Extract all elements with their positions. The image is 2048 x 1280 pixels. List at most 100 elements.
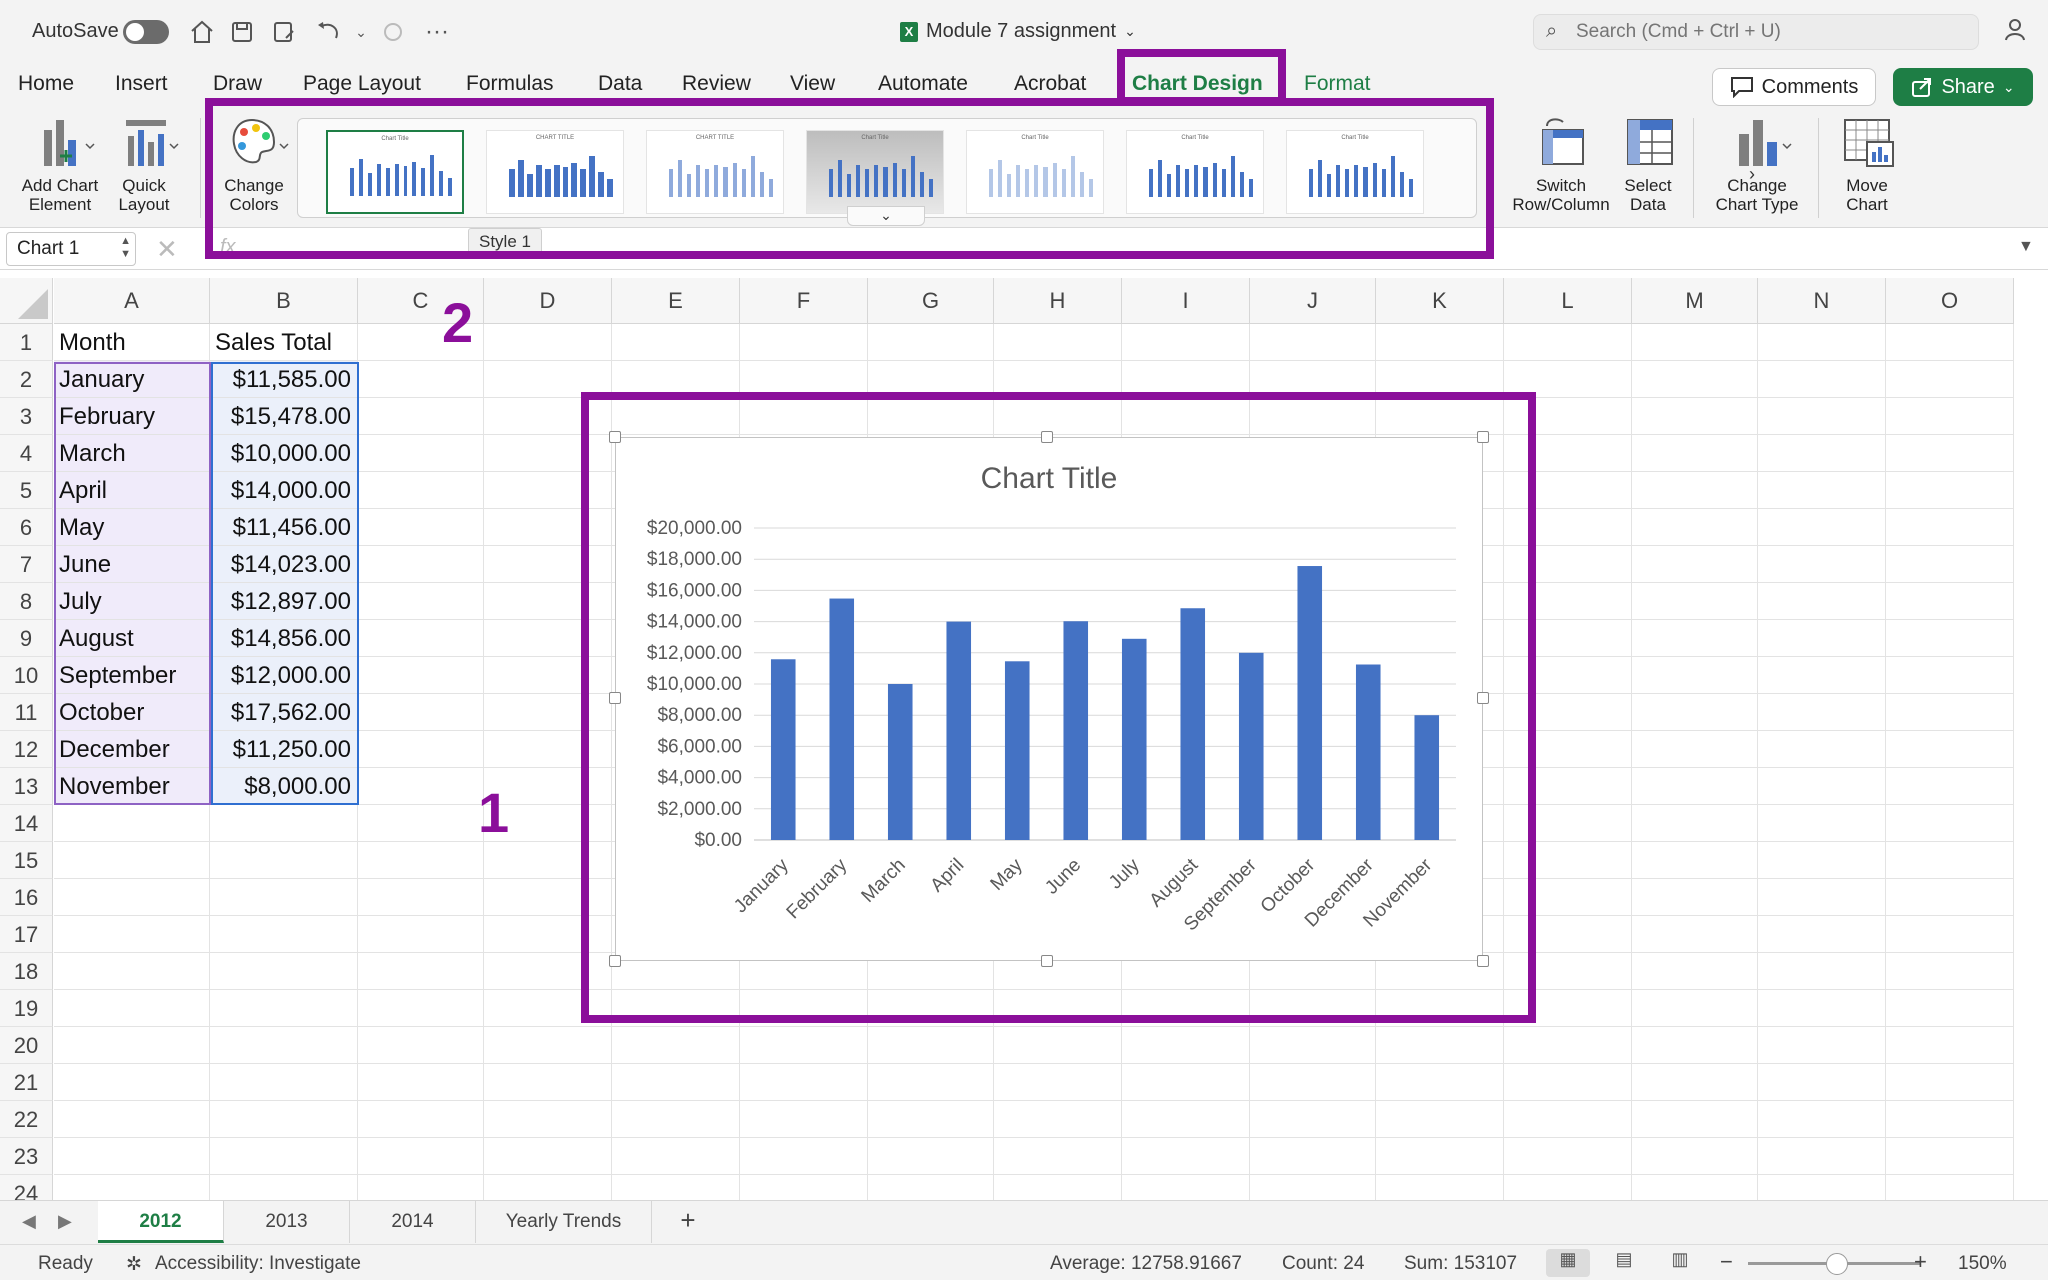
- tab-data[interactable]: Data: [598, 72, 642, 96]
- cell[interactable]: [1504, 435, 1632, 472]
- chart-style-3[interactable]: CHART TITLE: [646, 130, 784, 214]
- chart[interactable]: $0.00 $2,000.00 $4,000.00 $6,000.00 $8,000.0…: [615, 437, 1483, 961]
- cell[interactable]: [740, 1138, 868, 1175]
- cell[interactable]: [54, 1175, 210, 1200]
- cell[interactable]: [54, 990, 210, 1027]
- cell[interactable]: [1632, 1027, 1758, 1064]
- cell[interactable]: [1886, 435, 2014, 472]
- cell[interactable]: [1504, 768, 1632, 805]
- column-header[interactable]: L: [1504, 278, 1632, 324]
- cell[interactable]: [1250, 361, 1376, 398]
- chart-resize-handle[interactable]: [1041, 955, 1053, 967]
- cell[interactable]: [1632, 694, 1758, 731]
- column-header[interactable]: E: [612, 278, 740, 324]
- cell[interactable]: [1122, 398, 1250, 435]
- month-cell[interactable]: October: [54, 694, 210, 731]
- month-cell[interactable]: May: [54, 509, 210, 546]
- change-colors-button[interactable]: Change Colors: [212, 116, 296, 214]
- cell[interactable]: [358, 398, 484, 435]
- cell[interactable]: [1250, 990, 1376, 1027]
- row-header[interactable]: 2: [0, 361, 53, 398]
- cell[interactable]: [358, 1101, 484, 1138]
- zoom-level[interactable]: 150%: [1958, 1253, 2007, 1275]
- cell[interactable]: [1122, 324, 1250, 361]
- cell[interactable]: [1758, 953, 1886, 990]
- row-header[interactable]: 1: [0, 324, 53, 361]
- cell[interactable]: [994, 361, 1122, 398]
- cell[interactable]: [1376, 1138, 1504, 1175]
- sales-cell[interactable]: $15,478.00: [210, 398, 358, 435]
- cell[interactable]: [1886, 842, 2014, 879]
- sales-cell[interactable]: $17,562.00: [210, 694, 358, 731]
- cell[interactable]: [1886, 546, 2014, 583]
- accessibility-icon[interactable]: ✲: [126, 1253, 142, 1276]
- cell[interactable]: [358, 953, 484, 990]
- cell[interactable]: [1758, 546, 1886, 583]
- cell[interactable]: [484, 657, 612, 694]
- home-icon[interactable]: [186, 16, 218, 48]
- cell[interactable]: [1376, 990, 1504, 1027]
- header-cell-sales-total[interactable]: Sales Total: [210, 324, 358, 361]
- month-cell[interactable]: February: [54, 398, 210, 435]
- cell[interactable]: [1758, 435, 1886, 472]
- tab-acrobat[interactable]: Acrobat: [1014, 72, 1086, 96]
- comments-button[interactable]: Comments: [1712, 68, 1876, 106]
- cell[interactable]: [1632, 805, 1758, 842]
- cell[interactable]: [612, 398, 740, 435]
- cell[interactable]: [612, 990, 740, 1027]
- cell[interactable]: [1632, 842, 1758, 879]
- cell[interactable]: [994, 1138, 1122, 1175]
- row-header[interactable]: 24: [0, 1175, 53, 1200]
- cell[interactable]: [210, 1064, 358, 1101]
- cell[interactable]: [1886, 879, 2014, 916]
- month-cell[interactable]: November: [54, 768, 210, 805]
- more-icon[interactable]: ···: [421, 16, 453, 48]
- cell[interactable]: [1886, 657, 2014, 694]
- cell[interactable]: [1504, 1175, 1632, 1200]
- cell[interactable]: [612, 1101, 740, 1138]
- cell[interactable]: [484, 435, 612, 472]
- row-header[interactable]: 14: [0, 805, 53, 842]
- bar[interactable]: [1414, 715, 1440, 840]
- cell[interactable]: [1632, 916, 1758, 953]
- row-header[interactable]: 23: [0, 1138, 53, 1175]
- chart-resize-handle[interactable]: [1477, 431, 1489, 443]
- autosave-toggle[interactable]: [123, 20, 169, 44]
- search-input[interactable]: [1576, 19, 1966, 45]
- chart-resize-handle[interactable]: [609, 431, 621, 443]
- cell[interactable]: [740, 324, 868, 361]
- cell[interactable]: [1504, 842, 1632, 879]
- cell[interactable]: [1758, 1101, 1886, 1138]
- cell[interactable]: [358, 435, 484, 472]
- cell[interactable]: [1758, 509, 1886, 546]
- cell[interactable]: [612, 324, 740, 361]
- cell[interactable]: [1886, 953, 2014, 990]
- bar[interactable]: [887, 684, 913, 840]
- bar[interactable]: [1238, 652, 1264, 840]
- header-cell-month[interactable]: Month: [54, 324, 210, 361]
- cell[interactable]: [358, 361, 484, 398]
- row-header[interactable]: 8: [0, 583, 53, 620]
- cell[interactable]: [1504, 1027, 1632, 1064]
- cell[interactable]: [358, 731, 484, 768]
- cell[interactable]: [54, 916, 210, 953]
- sales-cell[interactable]: $12,000.00: [210, 657, 358, 694]
- cell[interactable]: [1886, 768, 2014, 805]
- cell[interactable]: [1758, 990, 1886, 1027]
- chevron-right-icon[interactable]: ▶: [58, 1211, 72, 1232]
- month-cell[interactable]: July: [54, 583, 210, 620]
- cell[interactable]: [1886, 731, 2014, 768]
- cell[interactable]: [1632, 953, 1758, 990]
- cell[interactable]: [868, 361, 994, 398]
- cell[interactable]: [484, 472, 612, 509]
- change-chart-type-button[interactable]: Change Chart Type: [1706, 116, 1808, 214]
- cell[interactable]: [740, 1064, 868, 1101]
- name-box[interactable]: Chart 1 ▲ ▼: [6, 232, 136, 266]
- cell[interactable]: [54, 1138, 210, 1175]
- cell[interactable]: [1504, 546, 1632, 583]
- column-header[interactable]: M: [1632, 278, 1758, 324]
- sales-cell[interactable]: $11,456.00: [210, 509, 358, 546]
- bar[interactable]: [1297, 566, 1323, 840]
- cell[interactable]: [484, 953, 612, 990]
- cell[interactable]: [1504, 583, 1632, 620]
